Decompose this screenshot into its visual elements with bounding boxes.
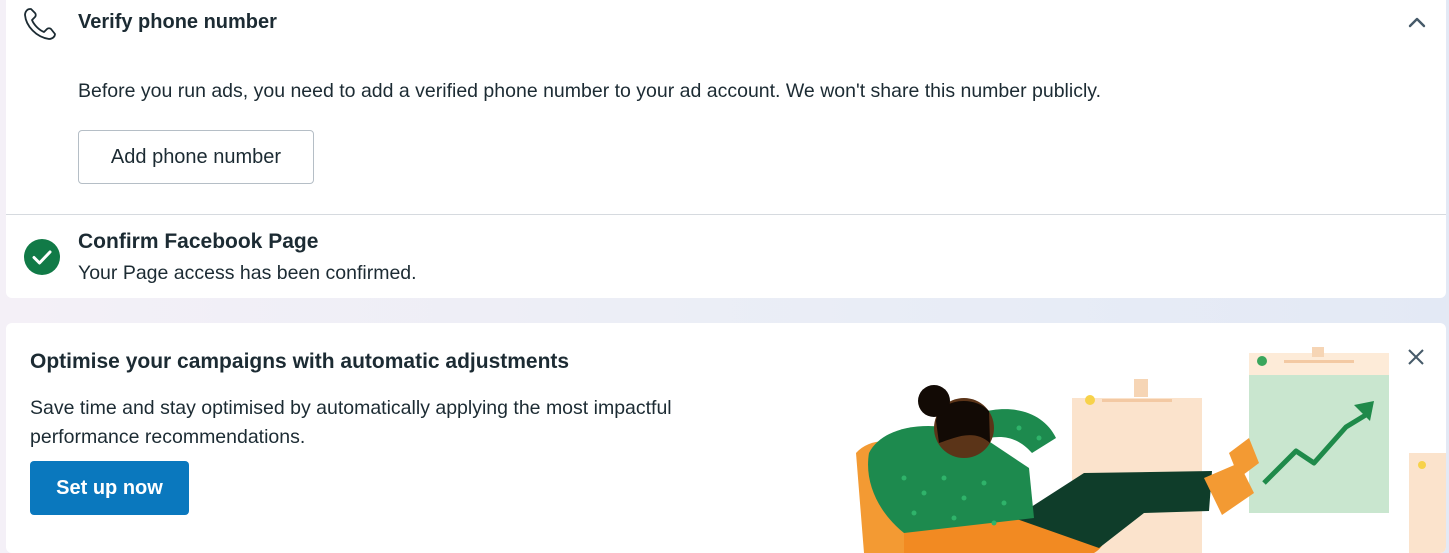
confirm-page-status: Your Page access has been confirmed. (78, 262, 417, 284)
section-divider (6, 214, 1446, 215)
verify-phone-title: Verify phone number (78, 11, 277, 33)
promo-card: Optimise your campaigns with automatic a… (6, 323, 1446, 553)
check-circle-icon (24, 239, 60, 275)
promo-title: Optimise your campaigns with automatic a… (30, 350, 570, 373)
relaxing-person-illustration (856, 347, 1446, 553)
verify-phone-description: Before you run ads, you need to add a ve… (78, 80, 1102, 102)
promo-description: Save time and stay optimised by automati… (30, 397, 672, 448)
phone-icon (24, 8, 56, 40)
chevron-up-icon[interactable] (1405, 10, 1429, 34)
confirm-page-title: Confirm Facebook Page (78, 230, 319, 253)
add-phone-number-button[interactable]: Add phone number (78, 130, 314, 184)
set-up-now-button[interactable]: Set up now (30, 461, 189, 515)
